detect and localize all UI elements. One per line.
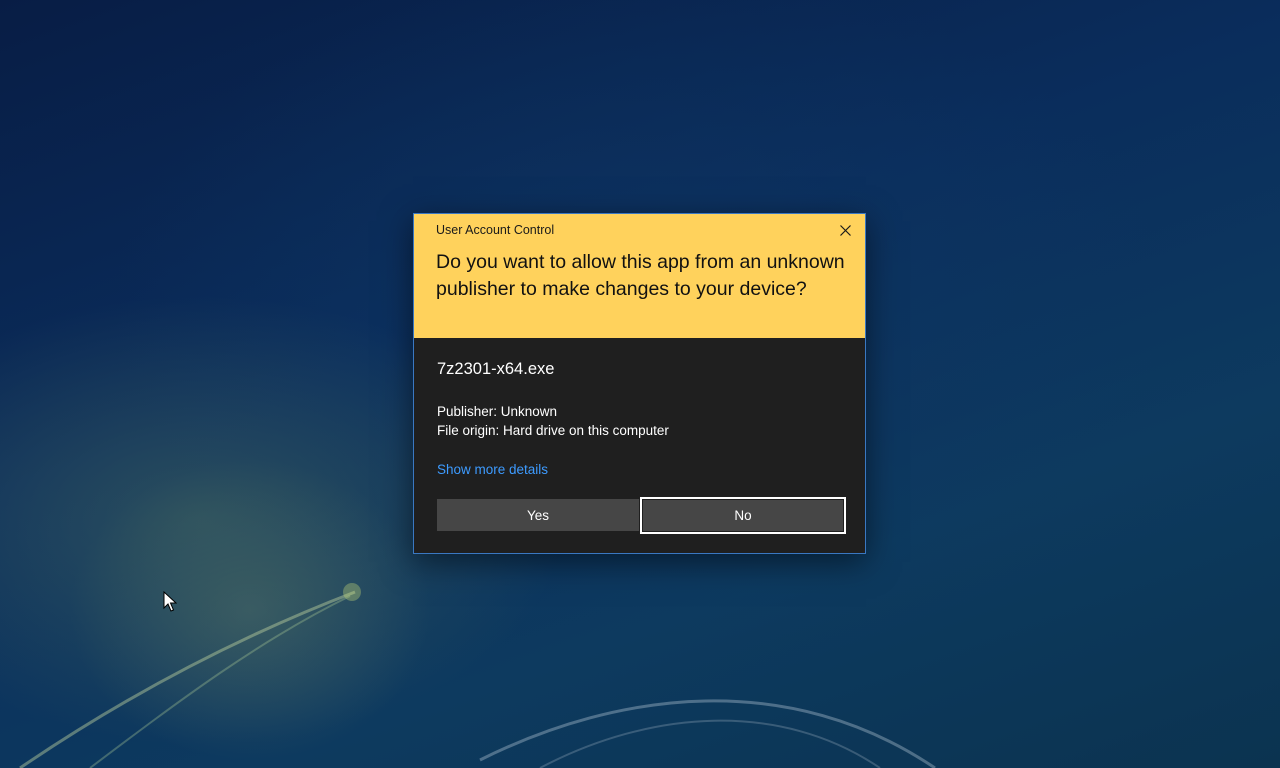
file-origin-info: File origin: Hard drive on this computer (437, 423, 669, 438)
close-icon (839, 224, 851, 236)
publisher-info: Publisher: Unknown (437, 404, 558, 419)
mouse-pointer-icon (163, 591, 177, 612)
app-name: 7z2301-x64.exe (437, 360, 555, 378)
dialog-caption: User Account Control (436, 223, 555, 237)
yes-button[interactable]: Yes (437, 499, 639, 531)
show-more-details-link[interactable]: Show more details (437, 462, 548, 477)
uac-question: Do you want to allow this app from an un… (436, 251, 845, 300)
no-button[interactable]: No (640, 497, 846, 534)
uac-body: 7z2301-x64.exe Publisher: Unknown File o… (414, 338, 865, 553)
uac-dialog: User Account Control Do you want to allo… (413, 213, 866, 554)
close-button[interactable] (830, 218, 860, 242)
uac-header: User Account Control Do you want to allo… (414, 214, 865, 338)
